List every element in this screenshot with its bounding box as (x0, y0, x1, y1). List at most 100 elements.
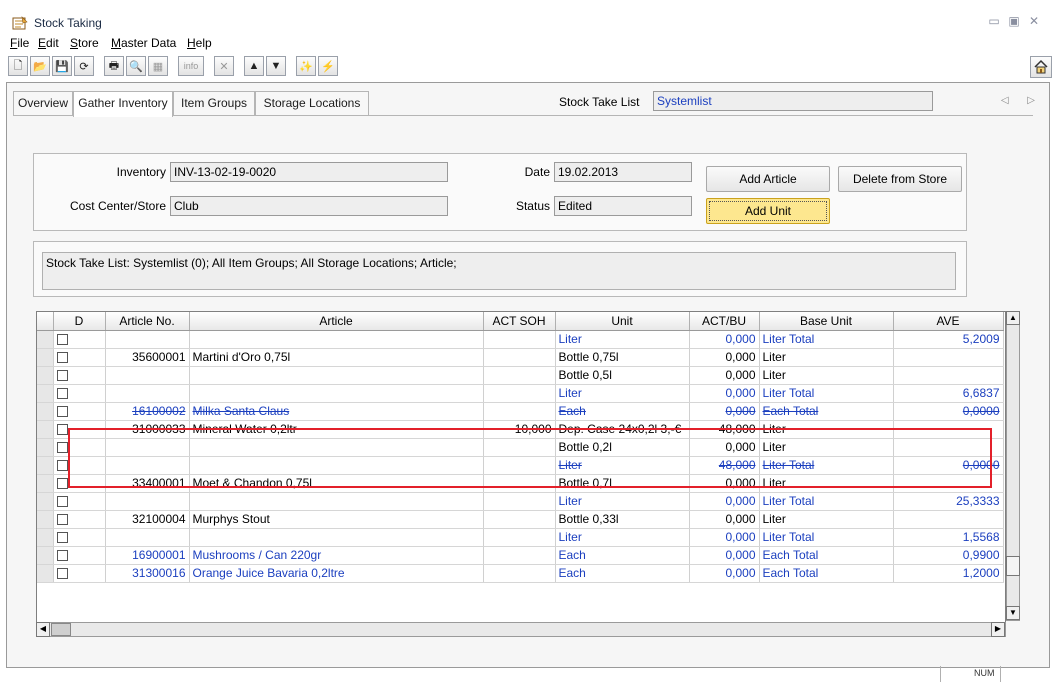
menu-master-data[interactable]: Master Data (111, 36, 176, 50)
col-article-no[interactable]: Article No. (105, 312, 190, 331)
lightning-icon[interactable]: ⚡ (318, 56, 338, 76)
cell-act-soh[interactable] (483, 564, 556, 583)
horizontal-scroll-thumb[interactable] (51, 623, 71, 636)
row-selector[interactable] (37, 330, 54, 349)
cell-base-unit[interactable]: Liter (759, 438, 894, 457)
cell-act-bu[interactable]: 0,000 (689, 438, 760, 457)
checkbox[interactable] (56, 334, 68, 346)
checkbox[interactable] (56, 388, 68, 400)
cell-unit[interactable]: Each (555, 402, 690, 421)
row-checkbox[interactable] (53, 474, 106, 493)
cell-article[interactable]: Mushrooms / Can 220gr (189, 546, 484, 565)
magic-wand-icon[interactable]: ✨ (296, 56, 316, 76)
table-row[interactable]: 16100002 Milka Santa Claus Each 0,000 Each T… (37, 402, 1004, 421)
cell-ave[interactable]: 6,6837 (893, 384, 1004, 403)
home-icon[interactable] (1030, 56, 1052, 78)
col-act-bu[interactable]: ACT/BU (689, 312, 760, 331)
minimize-button[interactable]: ▭ (986, 13, 1002, 29)
delete-from-store-button[interactable]: Delete from Store (838, 166, 962, 192)
menu-file[interactable]: File (10, 36, 29, 50)
cell-ave[interactable] (893, 420, 1004, 439)
cell-act-soh[interactable] (483, 330, 556, 349)
cell-ave[interactable] (893, 348, 1004, 367)
cell-base-unit[interactable]: Liter (759, 510, 894, 529)
row-checkbox[interactable] (53, 546, 106, 565)
cell-act-soh[interactable] (483, 384, 556, 403)
cell-article[interactable] (189, 366, 484, 385)
cell-act-soh[interactable] (483, 474, 556, 493)
cell-act-soh[interactable] (483, 402, 556, 421)
menu-store[interactable]: Store (70, 36, 99, 50)
cell-act-soh[interactable] (483, 456, 556, 475)
row-selector[interactable] (37, 402, 54, 421)
col-selector[interactable] (37, 312, 54, 331)
col-ave[interactable]: AVE (893, 312, 1004, 331)
cell-ave[interactable] (893, 510, 1004, 529)
table-row[interactable]: 16900001 Mushrooms / Can 220gr Each 0,000 Ea… (37, 546, 1004, 565)
cell-base-unit[interactable]: Each Total (759, 402, 894, 421)
close-button[interactable]: ✕ (1026, 13, 1042, 29)
col-unit[interactable]: Unit (555, 312, 690, 331)
row-checkbox[interactable] (53, 402, 106, 421)
table-row[interactable]: 35600001 Martini d'Oro 0,75l Bottle 0,75l 0… (37, 348, 1004, 367)
cell-act-bu[interactable]: 0,000 (689, 510, 760, 529)
add-unit-button[interactable]: Add Unit (706, 198, 830, 224)
col-act-soh[interactable]: ACT SOH (483, 312, 556, 331)
table-row[interactable]: Bottle 0,5l 0,000 Liter (37, 366, 1004, 385)
cell-article-no[interactable]: 16900001 (105, 546, 190, 565)
cell-unit[interactable]: Liter (555, 330, 690, 349)
cell-article-no[interactable] (105, 456, 190, 475)
checkbox[interactable] (56, 442, 68, 454)
cell-article[interactable] (189, 492, 484, 511)
table-row[interactable]: 33400001 Moet & Chandon 0,75l Bottle 0,7l 0… (37, 474, 1004, 493)
row-checkbox[interactable] (53, 492, 106, 511)
tab-item-groups[interactable]: Item Groups (173, 91, 255, 115)
cell-base-unit[interactable]: Each Total (759, 564, 894, 583)
cell-unit[interactable]: Bottle 0,5l (555, 366, 690, 385)
tab-gather-inventory[interactable]: Gather Inventory (73, 91, 173, 117)
cell-unit[interactable]: Liter (555, 384, 690, 403)
cell-act-soh[interactable]: 10,000 (483, 420, 556, 439)
row-selector[interactable] (37, 564, 54, 583)
cell-act-soh[interactable] (483, 348, 556, 367)
cell-act-bu[interactable]: 48,000 (689, 456, 760, 475)
status-field[interactable]: Edited (554, 196, 692, 216)
print-icon[interactable]: 🖶 (104, 56, 124, 76)
cell-unit[interactable]: Liter (555, 456, 690, 475)
cell-unit[interactable]: Liter (555, 528, 690, 547)
cell-article-no[interactable] (105, 384, 190, 403)
scroll-down-icon[interactable]: ▼ (1006, 606, 1020, 620)
cell-article[interactable]: Orange Juice Bavaria 0,2ltre (189, 564, 484, 583)
row-checkbox[interactable] (53, 330, 106, 349)
cell-ave[interactable]: 5,2009 (893, 330, 1004, 349)
cell-act-bu[interactable]: 0,000 (689, 402, 760, 421)
cell-ave[interactable] (893, 438, 1004, 457)
cell-act-bu[interactable]: 0,000 (689, 474, 760, 493)
checkbox[interactable] (56, 370, 68, 382)
cell-article-no[interactable] (105, 330, 190, 349)
cell-act-bu[interactable]: 0,000 (689, 366, 760, 385)
row-selector[interactable] (37, 546, 54, 565)
checkbox[interactable] (56, 532, 68, 544)
row-selector[interactable] (37, 492, 54, 511)
row-selector[interactable] (37, 456, 54, 475)
open-folder-icon[interactable]: 📂 (30, 56, 50, 76)
cell-article[interactable] (189, 384, 484, 403)
cell-base-unit[interactable]: Liter (759, 348, 894, 367)
row-selector[interactable] (37, 420, 54, 439)
checkbox[interactable] (56, 424, 68, 436)
checkbox[interactable] (56, 496, 68, 508)
cell-base-unit[interactable]: Liter Total (759, 528, 894, 547)
cell-act-bu[interactable]: 0,000 (689, 384, 760, 403)
cell-article[interactable] (189, 438, 484, 457)
arrow-down-icon[interactable]: ▼ (266, 56, 286, 76)
add-article-button[interactable]: Add Article (706, 166, 830, 192)
row-selector[interactable] (37, 384, 54, 403)
row-checkbox[interactable] (53, 510, 106, 529)
cell-base-unit[interactable]: Liter Total (759, 456, 894, 475)
cell-ave[interactable]: 1,5568 (893, 528, 1004, 547)
arrow-up-icon[interactable]: ▲ (244, 56, 264, 76)
cell-article-no[interactable]: 31000033 (105, 420, 190, 439)
row-selector[interactable] (37, 510, 54, 529)
cell-base-unit[interactable]: Each Total (759, 546, 894, 565)
